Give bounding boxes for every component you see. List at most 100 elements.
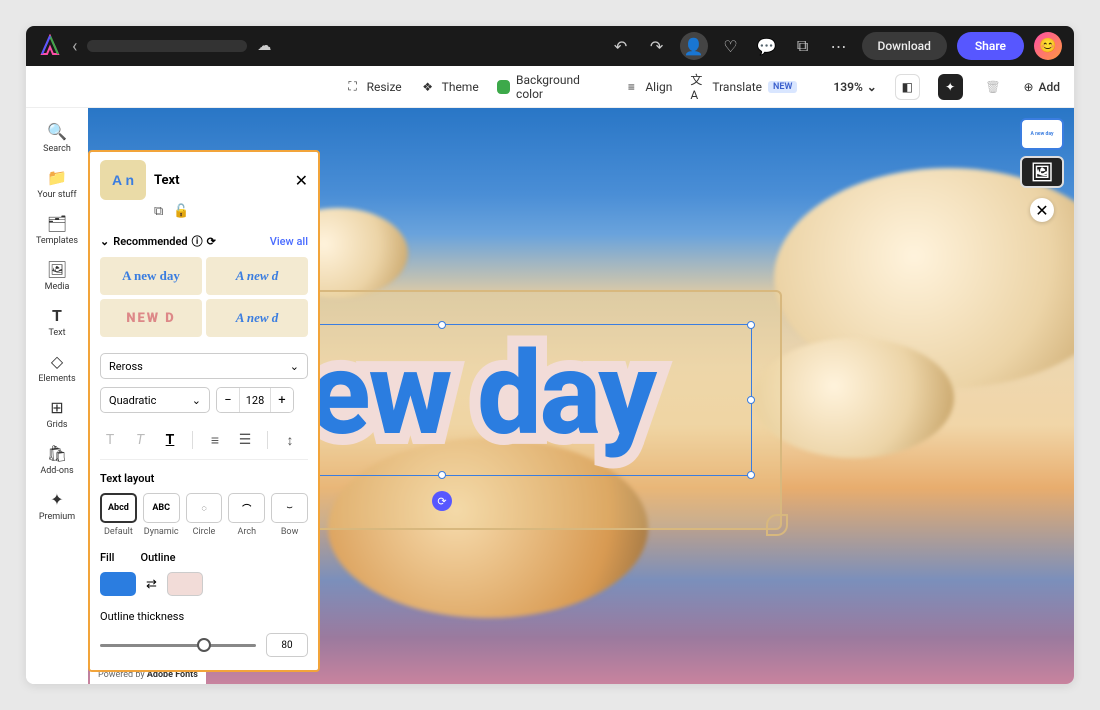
style-suggestions: A new day A new d NEW D A new d: [100, 257, 308, 337]
style-option-3[interactable]: NEW D: [100, 299, 202, 337]
layout-dynamic[interactable]: ABC: [143, 493, 180, 523]
outline-thickness-value[interactable]: 80: [266, 633, 308, 657]
layout-circle[interactable]: ◌: [186, 493, 223, 523]
swap-colors-icon[interactable]: ⇄: [146, 577, 157, 592]
fill-color-swatch[interactable]: [100, 572, 136, 596]
refresh-icon[interactable]: ⟳: [207, 235, 216, 248]
chevron-down-icon: ⌄: [192, 394, 201, 407]
premium-icon: ✦: [50, 490, 63, 509]
nav-grids[interactable]: ⊞Grids: [32, 392, 82, 436]
align-toggle[interactable]: ≡: [205, 432, 225, 449]
nav-search[interactable]: 🔍Search: [32, 116, 82, 160]
delete-button[interactable]: 🗑: [981, 74, 1006, 100]
theme-tool[interactable]: ❖Theme: [420, 79, 479, 95]
nav-elements[interactable]: ◇Elements: [32, 346, 82, 390]
bgcolor-tool[interactable]: Background color: [497, 73, 606, 101]
layout-options: AbcdDefault ABCDynamic ◌Circle ⌒Arch ⌣Bo…: [100, 493, 308, 537]
layout-bow[interactable]: ⌣: [271, 493, 308, 523]
handle-mid-right[interactable]: [747, 396, 755, 404]
nav-addons[interactable]: 🛍Add-ons: [32, 438, 82, 482]
outline-color-swatch[interactable]: [167, 572, 203, 596]
undo-icon[interactable]: ↶: [608, 33, 634, 59]
italic-toggle[interactable]: T: [130, 432, 150, 448]
info-icon[interactable]: ⓘ: [192, 233, 203, 249]
nav-media[interactable]: 🖼Media: [32, 254, 82, 298]
size-increase-button[interactable]: +: [271, 388, 293, 412]
ai-toggle[interactable]: ✦: [938, 74, 963, 100]
style-option-1[interactable]: A new day: [100, 257, 202, 295]
outline-thickness-label: Outline thickness: [100, 610, 308, 623]
new-badge: NEW: [768, 81, 797, 93]
recommended-label: Recommended: [113, 235, 187, 248]
font-family-select[interactable]: Reross⌄: [100, 353, 308, 379]
panel-title: Text: [154, 173, 287, 188]
outline-thickness-slider[interactable]: [100, 644, 256, 647]
align-icon: ≡: [623, 79, 639, 95]
translate-tool[interactable]: 文ATranslateNEW: [690, 79, 797, 95]
nav-yourstuff[interactable]: 📁Your stuff: [32, 162, 82, 206]
document-title-placeholder[interactable]: [87, 40, 247, 52]
font-variant-select[interactable]: Quadratic⌄: [100, 387, 210, 413]
handle-mid-bottom[interactable]: [438, 471, 446, 479]
view-all-link[interactable]: View all: [270, 235, 308, 248]
spacing-toggle[interactable]: ↕: [280, 432, 300, 449]
invite-icon[interactable]: 👤: [680, 32, 708, 60]
handle-mid-top[interactable]: [438, 321, 446, 329]
size-decrease-button[interactable]: −: [217, 388, 239, 412]
search-icon: 🔍: [47, 122, 67, 141]
folder-icon: 📁: [47, 168, 67, 187]
copy-icon[interactable]: ⧉: [154, 204, 163, 219]
download-button[interactable]: Download: [862, 32, 947, 60]
rotate-handle[interactable]: ⟳: [432, 491, 452, 511]
style-option-4[interactable]: A new d: [206, 299, 308, 337]
handle-bottom-right[interactable]: [747, 471, 755, 479]
layers-toggle[interactable]: ◧: [895, 74, 920, 100]
cloud-sync-icon[interactable]: ☁: [257, 38, 271, 54]
more-icon[interactable]: ⋯: [826, 33, 852, 59]
comment-icon[interactable]: 💬: [754, 33, 780, 59]
resize-icon: ⛶: [345, 79, 361, 95]
underline-toggle[interactable]: T: [160, 432, 180, 448]
layout-default[interactable]: Abcd: [100, 493, 137, 523]
zoom-level[interactable]: 139% ⌄: [833, 80, 876, 94]
page-thumbnails: A new day 🖼 ✕: [1020, 118, 1064, 222]
outline-label: Outline: [140, 551, 175, 564]
nav-premium[interactable]: ✦Premium: [32, 484, 82, 528]
chevron-down-icon: ⌄: [867, 80, 877, 94]
handle-top-right[interactable]: [747, 321, 755, 329]
media-icon: 🖼: [47, 260, 67, 279]
app-window: ‹ ☁ ↶ ↷ 👤 ♡ 💬 ⧉ ⋯ Download Share 😊 ⛶Resi…: [26, 26, 1074, 684]
nav-text[interactable]: TText: [32, 300, 82, 344]
align-tool[interactable]: ≡Align: [623, 79, 672, 95]
text-layout-heading: Text layout: [100, 472, 308, 485]
chevron-down-icon[interactable]: ⌄: [100, 235, 109, 248]
topbar: ‹ ☁ ↶ ↷ 👤 ♡ 💬 ⧉ ⋯ Download Share 😊: [26, 26, 1074, 66]
list-toggle[interactable]: ☰: [235, 432, 255, 448]
font-size-input[interactable]: [239, 388, 271, 412]
lightbulb-icon[interactable]: ♡: [718, 33, 744, 59]
font-size-stepper[interactable]: − +: [216, 387, 294, 413]
app-body: 🔍Search 📁Your stuff 🗂Templates 🖼Media TT…: [26, 108, 1074, 684]
lock-icon[interactable]: 🔓: [173, 204, 189, 219]
plus-icon: ⊕: [1023, 80, 1033, 94]
layout-arch[interactable]: ⌒: [228, 493, 265, 523]
user-avatar[interactable]: 😊: [1034, 32, 1062, 60]
redo-icon[interactable]: ↷: [644, 33, 670, 59]
app-logo-icon[interactable]: [38, 34, 62, 58]
context-toolbar: ⛶Resize ❖Theme Background color ≡Align 文…: [26, 66, 1074, 108]
bold-toggle[interactable]: T: [100, 432, 120, 448]
elements-icon: ◇: [51, 352, 63, 371]
nav-templates[interactable]: 🗂Templates: [32, 208, 82, 252]
back-icon[interactable]: ‹: [72, 36, 77, 57]
style-option-2[interactable]: A new d: [206, 257, 308, 295]
page-thumb-1[interactable]: A new day: [1020, 118, 1064, 150]
share-button[interactable]: Share: [957, 32, 1024, 60]
present-icon[interactable]: ⧉: [790, 33, 816, 59]
panel-close-button[interactable]: ✕: [295, 171, 308, 190]
grids-icon: ⊞: [50, 398, 63, 417]
translate-icon: 文A: [690, 79, 706, 95]
page-thumb-image[interactable]: 🖼: [1020, 156, 1064, 188]
add-button[interactable]: ⊕Add: [1023, 80, 1060, 94]
close-thumbs-button[interactable]: ✕: [1030, 198, 1054, 222]
resize-tool[interactable]: ⛶Resize: [345, 79, 402, 95]
